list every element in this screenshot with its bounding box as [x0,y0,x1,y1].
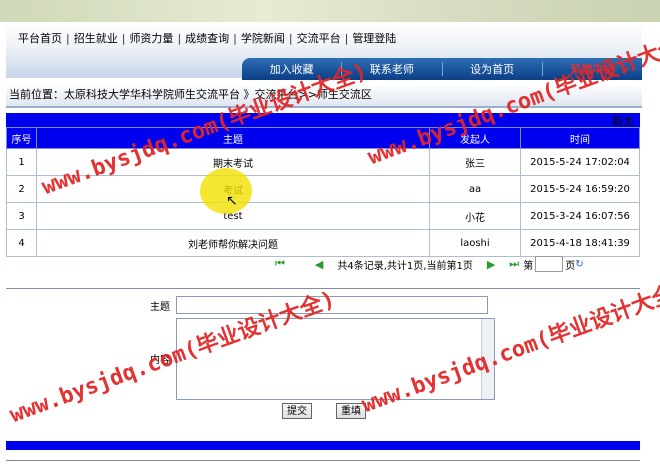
footer-bar [6,441,640,450]
row-author: aa [429,175,521,203]
table-row: 2 考试 aa 2015-5-24 16:59:20 [6,175,640,203]
nav-admission[interactable]: 招生就业 [74,30,118,46]
nav-separator: | [177,31,182,45]
set-homepage-link[interactable]: 设为首页 [443,61,542,77]
top-nav-links: 平台首页 | 招生就业 | 师资力量 | 成绩查询 | 学院新闻 | 交流平台 | 管理登陆 [18,30,396,46]
list-header-bar: 新主 [6,113,640,128]
row-index: 4 [6,229,37,257]
row-index: 2 [6,175,37,203]
nav-separator: | [66,31,70,45]
add-favorite-link[interactable]: 加入收藏 [242,61,341,77]
mouse-cursor-icon: ↖ [226,193,238,209]
row-author: 小花 [429,202,521,230]
column-header-author: 发起人 [429,127,521,149]
goto-suffix: 页 [565,260,576,272]
prev-page-icon[interactable]: ◀ [315,258,323,271]
table-header-row: 序号 主题 发起人 时间 [6,127,640,149]
nav-separator: | [233,31,237,45]
traditional-chinese-link[interactable]: 繁體中文 [543,61,642,77]
breadcrumb: 当前位置：太原科技大学华科学院师生交流平台 》交流平台>>师生交流区 [6,84,642,108]
table-row: 3 test 小花 2015-3-24 16:07:56 [6,202,640,230]
column-header-index: 序号 [6,127,37,149]
secondary-nav-bar: 加入收藏 联系老师 设为首页 繁體中文 [242,58,642,80]
next-page-icon[interactable]: ▶ [487,258,495,271]
row-index: 3 [6,202,37,230]
row-time: 2015-5-24 16:59:20 [520,175,640,203]
goto-prefix: 第 [523,260,534,272]
content-label: 内容 [150,355,170,366]
section-divider [6,288,640,289]
nav-home[interactable]: 平台首页 [18,30,62,46]
pagination: ⏮ ◀ 共4条记录,共计1页,当前第1页 ▶ ⏭ 第 页 ↻ [275,256,635,272]
nav-news[interactable]: 学院新闻 [241,30,285,46]
submit-button[interactable]: 提交 [282,403,312,419]
row-time: 2015-4-18 18:41:39 [520,229,640,257]
textarea-scrollbar[interactable] [481,319,494,399]
nav-faculty[interactable]: 师资力量 [129,30,173,46]
row-time: 2015-3-24 16:07:56 [520,202,640,230]
nav-separator: | [288,31,293,45]
last-page-icon[interactable]: ⏭ [509,257,519,271]
table-row: 4 刘老师帮你解决问题 laoshi 2015-4-18 18:41:39 [6,229,640,257]
contact-teacher-link[interactable]: 联系老师 [342,61,441,77]
row-subject-link[interactable]: 刘老师帮你解决问题 [36,229,430,257]
subject-input[interactable] [176,296,488,314]
first-page-icon[interactable]: ⏮ [275,257,285,271]
content-textarea[interactable] [176,318,495,400]
nav-separator: | [344,31,349,45]
footer-line [6,460,640,461]
table-row: 1 期末考试 张三 2015-5-24 17:02:04 [6,148,640,176]
nav-exchange[interactable]: 交流平台 [297,30,341,46]
subject-label: 主题 [150,302,170,313]
top-banner [0,0,660,22]
nav-admin-login[interactable]: 管理登陆 [352,30,396,46]
column-header-time: 时间 [520,127,640,149]
row-author: laoshi [429,229,521,257]
goto-page-input[interactable] [535,256,564,272]
nav-separator: | [121,31,126,45]
pager-info: 共4条记录,共计1页,当前第1页 [337,260,473,272]
reset-button[interactable]: 重填 [336,403,366,419]
row-author: 张三 [429,148,521,176]
topic-table: 序号 主题 发起人 时间 1 期末考试 张三 2015-5-24 17:02:0… [6,127,640,257]
goto-refresh-icon[interactable]: ↻ [575,259,583,270]
row-time: 2015-5-24 17:02:04 [520,148,640,176]
nav-grades[interactable]: 成绩查询 [185,30,229,46]
row-index: 1 [6,148,37,176]
column-header-subject: 主题 [36,127,430,149]
